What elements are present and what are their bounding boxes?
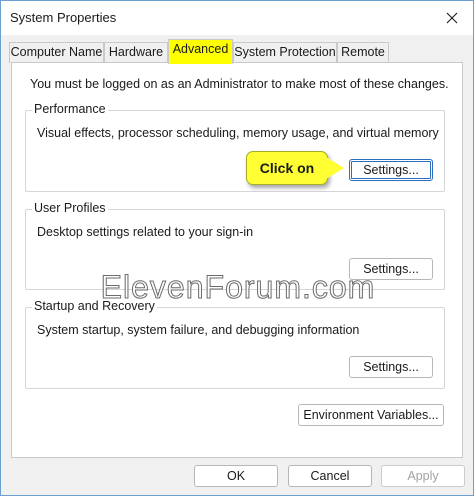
ok-button[interactable]: OK <box>194 465 278 487</box>
close-icon <box>446 12 458 24</box>
performance-group: Performance Visual effects, processor sc… <box>25 102 445 192</box>
user-profiles-group-title: User Profiles <box>32 201 108 215</box>
admin-notice: You must be logged on as an Administrato… <box>30 77 449 91</box>
close-button[interactable] <box>441 7 463 29</box>
system-properties-window: System Properties Computer Name Hardware… <box>0 0 474 496</box>
cancel-button[interactable]: Cancel <box>288 465 372 487</box>
callout-arrow <box>326 157 344 179</box>
tab-remote[interactable]: Remote <box>337 42 389 63</box>
user-profiles-group: User Profiles Desktop settings related t… <box>25 201 445 290</box>
user-profiles-description: Desktop settings related to your sign-in <box>37 225 254 239</box>
advanced-tab-panel: You must be logged on as an Administrato… <box>11 62 463 458</box>
user-profiles-settings-button[interactable]: Settings... <box>349 258 433 280</box>
tab-advanced[interactable]: Advanced <box>168 39 233 64</box>
tab-strip: Computer Name Hardware Advanced System P… <box>9 39 465 64</box>
performance-description: Visual effects, processor scheduling, me… <box>37 126 439 140</box>
performance-settings-button[interactable]: Settings... <box>349 159 433 181</box>
click-on-callout: Click on <box>246 151 328 185</box>
window-title: System Properties <box>10 10 117 25</box>
apply-button[interactable]: Apply <box>381 465 465 487</box>
tab-hardware[interactable]: Hardware <box>104 42 168 63</box>
environment-variables-button[interactable]: Environment Variables... <box>298 404 444 426</box>
startup-recovery-settings-button[interactable]: Settings... <box>349 356 433 378</box>
startup-recovery-description: System startup, system failure, and debu… <box>37 323 360 337</box>
performance-group-title: Performance <box>32 102 108 116</box>
startup-recovery-group: Startup and Recovery System startup, sys… <box>25 299 445 389</box>
startup-recovery-group-title: Startup and Recovery <box>32 299 157 313</box>
dialog-footer: OK Cancel Apply <box>1 459 473 495</box>
title-bar: System Properties <box>1 1 473 35</box>
tab-system-protection[interactable]: System Protection <box>233 42 337 63</box>
tab-computer-name[interactable]: Computer Name <box>9 42 104 63</box>
